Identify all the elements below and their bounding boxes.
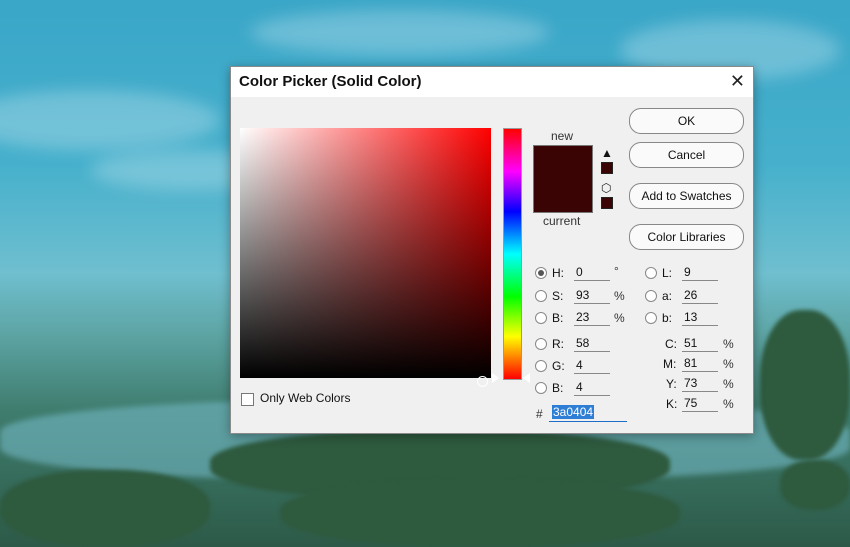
color-picker-dialog: Color Picker (Solid Color) ✕ new current… bbox=[230, 66, 754, 434]
blue-label: B: bbox=[552, 381, 564, 395]
s-radio[interactable] bbox=[535, 290, 547, 302]
lab-b-field[interactable]: 13 bbox=[682, 310, 718, 326]
y-field[interactable]: 73 bbox=[682, 376, 718, 392]
h-unit: ° bbox=[614, 264, 619, 278]
only-web-colors-label: Only Web Colors bbox=[260, 391, 351, 405]
cancel-button[interactable]: Cancel bbox=[629, 142, 744, 168]
only-web-colors-checkbox[interactable] bbox=[241, 393, 254, 406]
add-to-swatches-button[interactable]: Add to Swatches bbox=[629, 183, 744, 209]
l-label: L: bbox=[662, 266, 673, 280]
background-island bbox=[780, 460, 850, 510]
color-field-marker[interactable] bbox=[477, 376, 488, 387]
gamut-swatch[interactable] bbox=[601, 162, 613, 174]
background-island bbox=[0, 470, 210, 547]
color-libraries-button[interactable]: Color Libraries bbox=[629, 224, 744, 250]
a-field[interactable]: 26 bbox=[682, 288, 718, 304]
lab-b-radio[interactable] bbox=[645, 312, 657, 324]
m-label: M: bbox=[663, 357, 677, 371]
k-unit: % bbox=[723, 397, 734, 411]
s-label: S: bbox=[552, 289, 564, 303]
background-island bbox=[280, 480, 680, 547]
b-label: B: bbox=[552, 311, 564, 325]
hue-slider[interactable] bbox=[503, 128, 522, 380]
web-safe-swatch[interactable] bbox=[601, 197, 613, 209]
m-field[interactable]: 81 bbox=[682, 356, 718, 372]
current-label: current bbox=[543, 214, 581, 228]
a-label: a: bbox=[662, 289, 673, 303]
g-label: G: bbox=[552, 359, 565, 373]
brightness-field[interactable]: 23 bbox=[574, 310, 610, 326]
background-cloud bbox=[0, 90, 220, 150]
a-radio[interactable] bbox=[645, 290, 657, 302]
warning-triangle-icon[interactable]: ▲ bbox=[601, 146, 613, 160]
blue-radio[interactable] bbox=[535, 382, 547, 394]
s-unit: % bbox=[614, 289, 625, 303]
c-field[interactable]: 51 bbox=[682, 336, 718, 352]
y-label: Y: bbox=[666, 377, 677, 391]
b-unit: % bbox=[614, 311, 625, 325]
background-cloud bbox=[250, 10, 550, 55]
lab-b-label: b: bbox=[662, 311, 673, 325]
m-unit: % bbox=[723, 357, 734, 371]
c-label: C: bbox=[665, 337, 677, 351]
new-label: new bbox=[551, 129, 574, 143]
l-field[interactable]: 9 bbox=[682, 265, 718, 281]
title-bar: Color Picker (Solid Color) ✕ bbox=[231, 67, 753, 97]
r-field[interactable]: 58 bbox=[574, 336, 610, 352]
hue-slider-handle-left[interactable] bbox=[492, 373, 499, 383]
blue-field[interactable]: 4 bbox=[574, 380, 610, 396]
hex-label: # bbox=[536, 407, 543, 421]
web-safe-cube-icon[interactable]: ⬡ bbox=[601, 181, 611, 195]
k-field[interactable]: 75 bbox=[682, 396, 718, 412]
y-unit: % bbox=[723, 377, 734, 391]
color-field[interactable] bbox=[240, 128, 491, 387]
r-radio[interactable] bbox=[535, 338, 547, 350]
hue-slider-handle-right[interactable] bbox=[523, 373, 530, 383]
b-radio[interactable] bbox=[535, 312, 547, 324]
h-field[interactable]: 0 bbox=[574, 265, 610, 281]
l-radio[interactable] bbox=[645, 267, 657, 279]
c-unit: % bbox=[723, 337, 734, 351]
h-radio[interactable] bbox=[535, 267, 547, 279]
close-icon[interactable]: ✕ bbox=[730, 71, 745, 92]
background-island bbox=[760, 310, 850, 460]
hex-field[interactable]: 3a0404 bbox=[549, 404, 627, 422]
ok-button[interactable]: OK bbox=[629, 108, 744, 134]
g-field[interactable]: 4 bbox=[574, 358, 610, 374]
hex-value: 3a0404 bbox=[552, 405, 595, 419]
r-label: R: bbox=[552, 337, 564, 351]
color-preview-swatch bbox=[533, 145, 593, 213]
g-radio[interactable] bbox=[535, 360, 547, 372]
h-label: H: bbox=[552, 266, 564, 280]
dialog-title: Color Picker (Solid Color) bbox=[239, 73, 422, 90]
s-field[interactable]: 93 bbox=[574, 288, 610, 304]
k-label: K: bbox=[666, 397, 678, 411]
